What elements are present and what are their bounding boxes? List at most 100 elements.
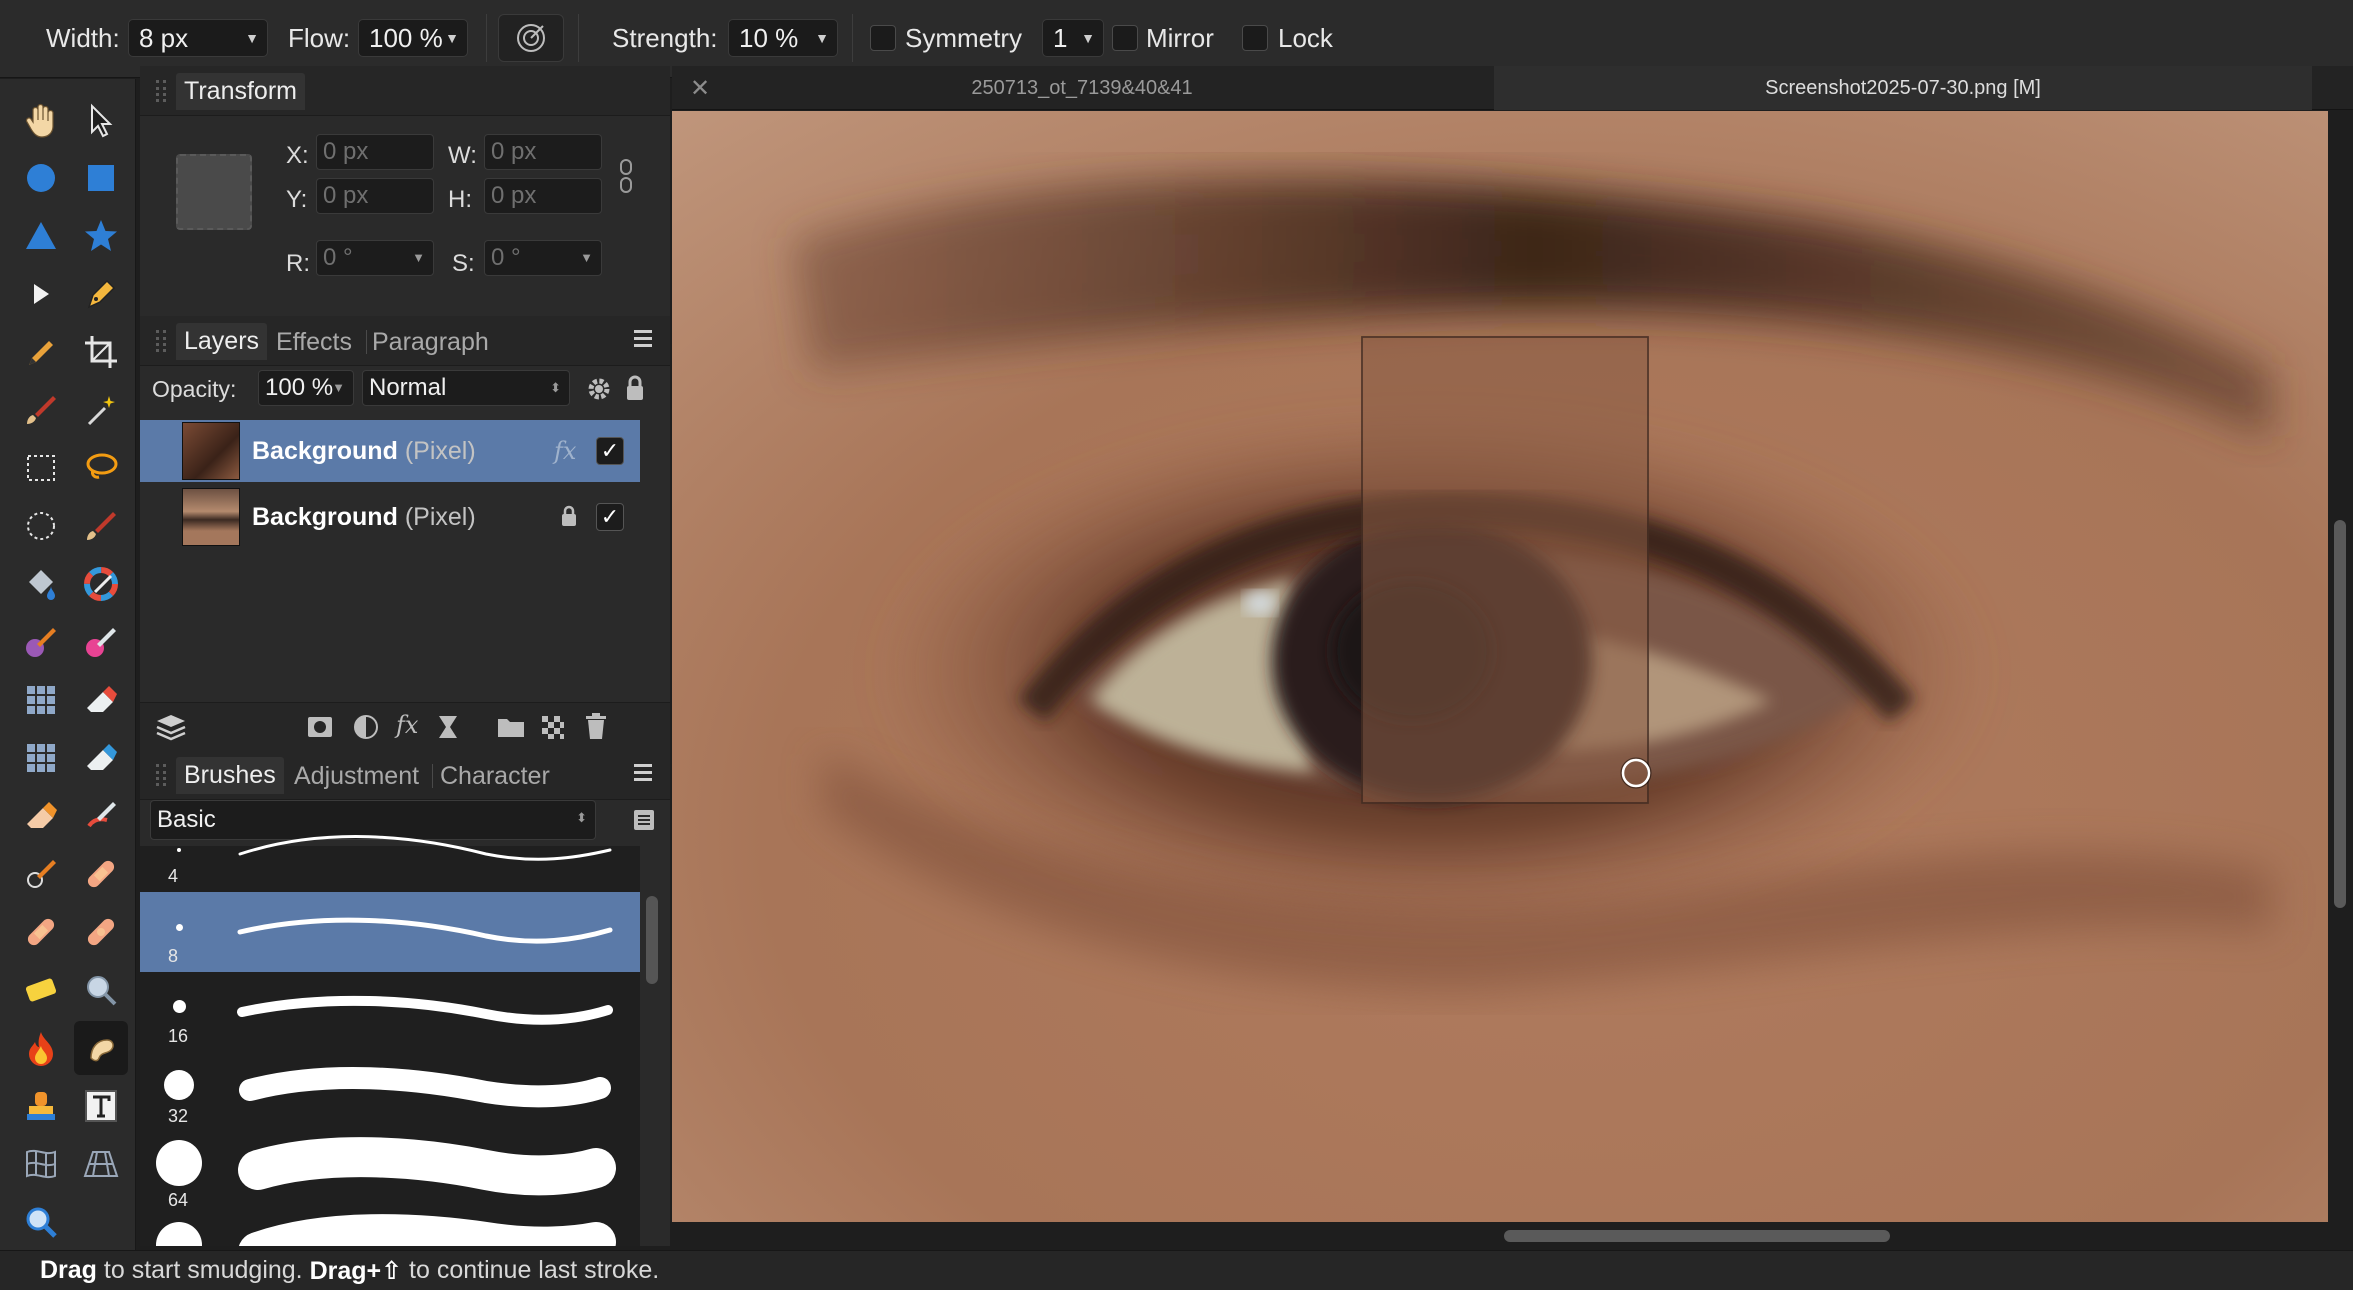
color-brush-tool[interactable] (14, 615, 68, 669)
pencil-tool[interactable] (14, 325, 68, 379)
brush-item[interactable]: 8 (140, 892, 640, 972)
clone-tool[interactable] (14, 847, 68, 901)
live-filter-icon[interactable] (436, 713, 460, 741)
pixel-grid-2-tool[interactable] (14, 731, 68, 785)
ellipse-tool[interactable] (14, 151, 68, 205)
document-tab-active[interactable]: Screenshot2025-07-30.png [M] (1494, 66, 2312, 110)
tab-character[interactable]: Character (440, 762, 550, 791)
color-wheel-tool[interactable] (74, 557, 128, 611)
fx-icon[interactable]: fx (554, 437, 576, 465)
red-eye-tool[interactable] (74, 963, 128, 1017)
w-field[interactable]: 0 px (484, 134, 602, 170)
ellipse-marquee-tool[interactable] (14, 499, 68, 553)
paint-brush-tool[interactable] (14, 383, 68, 437)
layer-visibility-checkbox[interactable]: ✓ (596, 503, 624, 531)
mirror-label: Mirror (1146, 22, 1214, 53)
erase-2-tool[interactable] (74, 731, 128, 785)
layers-stack-icon[interactable] (154, 711, 188, 743)
hand-tool[interactable] (14, 93, 68, 147)
gear-icon[interactable] (586, 376, 612, 402)
brush-item[interactable]: 32 (140, 1052, 640, 1132)
folder-icon[interactable] (496, 713, 526, 741)
width-field[interactable]: 8 px ▼ (128, 19, 268, 57)
move-tool[interactable] (74, 93, 128, 147)
new-pixel-layer-icon[interactable] (540, 713, 566, 741)
bandage-3-tool[interactable] (74, 905, 128, 959)
link-ratio-icon[interactable] (618, 158, 634, 194)
brush-item[interactable]: 4 (140, 820, 640, 900)
lasso-tool[interactable] (74, 441, 128, 495)
vertical-scrollbar[interactable] (2334, 520, 2346, 908)
tab-paragraph[interactable]: Paragraph (372, 328, 489, 357)
trash-icon[interactable] (584, 711, 608, 741)
brush-tip-dot (164, 1070, 194, 1100)
smudge-brush-tool[interactable] (74, 789, 128, 843)
strength-field[interactable]: 10 % ▼ (728, 19, 838, 57)
brush-tool[interactable] (74, 499, 128, 553)
horizontal-scrollbar[interactable] (1504, 1230, 1890, 1242)
rect-marquee-tool[interactable] (14, 441, 68, 495)
color-brush-2-tool[interactable] (74, 615, 128, 669)
opacity-field[interactable]: 100 % ▼ (258, 370, 354, 406)
layer-visibility-checkbox[interactable]: ✓ (596, 437, 624, 465)
bandage-2-tool[interactable] (14, 905, 68, 959)
tab-brushes[interactable]: Brushes (176, 757, 284, 794)
tab-effects[interactable]: Effects (276, 328, 352, 357)
fill-tool[interactable] (14, 557, 68, 611)
lock-icon[interactable] (560, 504, 578, 528)
panel-menu-icon[interactable] (634, 764, 660, 786)
fill-bucket-icon (29, 570, 55, 600)
panel-menu-icon[interactable] (634, 330, 660, 352)
eraser-tool[interactable] (14, 789, 68, 843)
tab-transform[interactable]: Transform (176, 73, 305, 110)
stamp-tool[interactable] (14, 1079, 68, 1133)
blend-mode-select[interactable]: Normal ⬍ (362, 370, 570, 406)
sponge-tool[interactable] (14, 963, 68, 1017)
mask-icon[interactable] (306, 713, 334, 741)
triangle-tool[interactable] (14, 209, 68, 263)
crop-tool[interactable] (74, 325, 128, 379)
rotation-field[interactable]: 0 ° ▼ (316, 240, 434, 276)
mesh-warp-tool[interactable] (14, 1137, 68, 1191)
mirror-checkbox[interactable] (1112, 25, 1138, 51)
lock-checkbox[interactable] (1242, 25, 1268, 51)
x-field[interactable]: 0 px (316, 134, 434, 170)
star-tool[interactable] (74, 209, 128, 263)
tab-adjustment[interactable]: Adjustment (294, 762, 419, 791)
pixel-grid-tool[interactable] (14, 673, 68, 727)
layer-row[interactable]: Background (Pixel) ✓ (140, 486, 640, 548)
layer-row[interactable]: Background (Pixel) fx ✓ (140, 420, 640, 482)
document-tab[interactable]: 250713_ot_7139&40&41 (672, 66, 1492, 110)
smudge-tool[interactable] (74, 1021, 128, 1075)
burn-tool[interactable] (14, 1021, 68, 1075)
tab-layers[interactable]: Layers (176, 323, 268, 360)
brush-item[interactable]: 64 (140, 1132, 640, 1212)
panel-grip-icon[interactable] (156, 330, 166, 352)
erase-tool[interactable] (74, 673, 128, 727)
pen-tool[interactable] (74, 267, 128, 321)
symmetry-checkbox[interactable] (870, 25, 896, 51)
brush-list-scrollbar[interactable] (646, 896, 658, 984)
node-tool[interactable] (14, 267, 68, 321)
flow-field[interactable]: 100 % ▼ (358, 19, 468, 57)
zoom-tool[interactable] (14, 1195, 68, 1249)
h-field[interactable]: 0 px (484, 178, 602, 214)
anchor-selector[interactable] (176, 154, 252, 230)
fx-icon[interactable]: fx (396, 711, 418, 739)
lock-icon[interactable] (624, 374, 646, 402)
shear-field[interactable]: 0 ° ▼ (484, 240, 602, 276)
perspective-tool[interactable] (74, 1137, 128, 1191)
magic-wand-tool[interactable] (74, 383, 128, 437)
panel-grip-icon[interactable] (156, 764, 166, 786)
symmetry-count-field[interactable]: 1 ▼ (1042, 19, 1104, 57)
document-canvas[interactable] (672, 111, 2328, 1222)
text-tool[interactable] (74, 1079, 128, 1133)
rectangle-tool[interactable] (74, 151, 128, 205)
adjustment-icon[interactable] (352, 713, 380, 741)
pressure-button[interactable] (498, 14, 564, 62)
brush-item[interactable]: 16 (140, 972, 640, 1052)
panel-grip-icon[interactable] (156, 80, 166, 102)
w-label: W: (448, 142, 477, 169)
y-field[interactable]: 0 px (316, 178, 434, 214)
bandage-tool[interactable] (74, 847, 128, 901)
